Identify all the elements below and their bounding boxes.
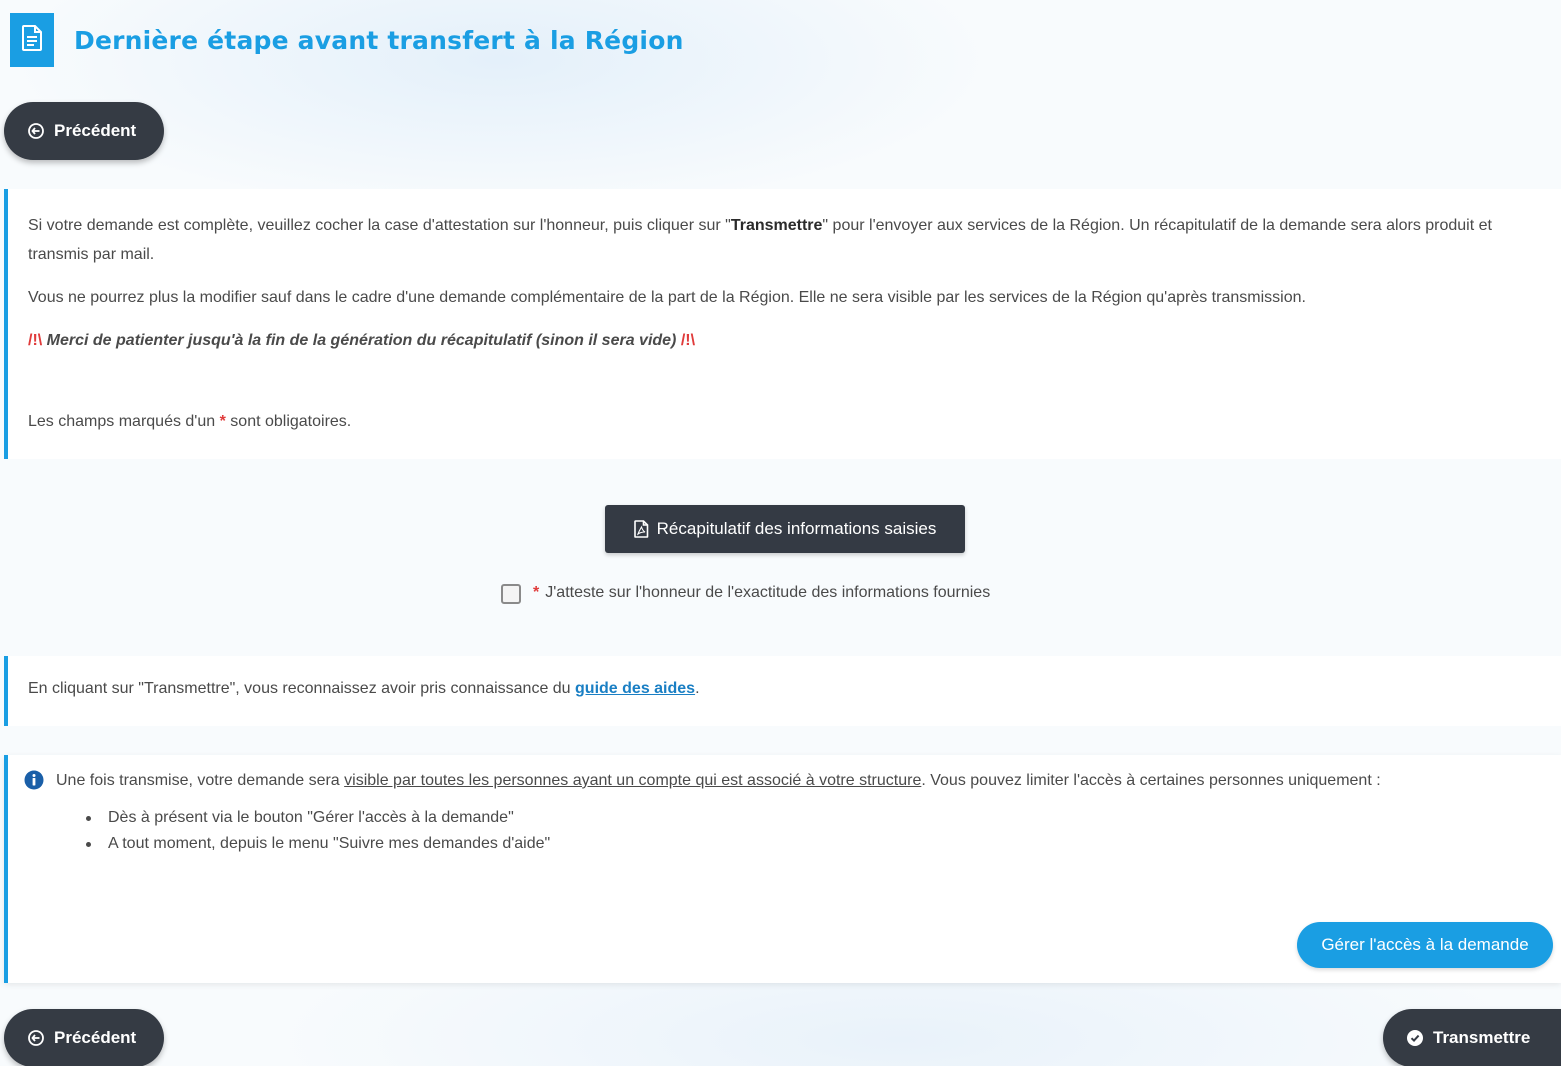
document-icon (21, 24, 43, 56)
access-options-list: Dès à présent via le bouton "Gérer l'acc… (86, 805, 1541, 857)
attestation-row: * J'atteste sur l'honneur de l'exactitud… (501, 582, 990, 604)
header-icon-box (10, 13, 54, 67)
intro-p1-bold: Transmettre (730, 217, 823, 234)
info-line: Une fois transmise, votre demande sera v… (24, 767, 1541, 795)
pdf-file-icon (633, 520, 649, 538)
info-underlined-text: visible par toutes les personnes ayant u… (344, 772, 922, 789)
list-item: A tout moment, depuis le menu "Suivre me… (86, 831, 1541, 857)
arrow-left-circle-icon (28, 123, 44, 139)
previous-label: Précédent (54, 1028, 137, 1047)
info-icon (24, 770, 44, 795)
page-title: Dernière étape avant transfert à la Régi… (74, 25, 684, 55)
warning-mark-end: /!\ (680, 332, 696, 349)
wait-warning: /!\ Merci de patienter jusqu'à la fin de… (28, 326, 1537, 355)
info-text: Une fois transmise, votre demande sera v… (56, 767, 1381, 794)
intro-p1-text: Si votre demande est complète, veuillez … (28, 217, 731, 234)
warning-text: Merci de patienter jusqu'à la fin de la … (42, 332, 681, 349)
mandatory-text-end: sont obligatoires. (225, 413, 352, 430)
intro-panel: Si votre demande est complète, veuillez … (4, 189, 1561, 459)
summary-pdf-button[interactable]: Récapitulatif des informations saisies (605, 505, 965, 553)
guide-text: En cliquant sur "Transmettre", vous reco… (28, 680, 576, 697)
manage-access-button[interactable]: Gérer l'accès à la demande (1297, 922, 1553, 968)
guide-text-end: . (695, 680, 700, 697)
page-content: Dernière étape avant transfert à la Régi… (0, 0, 1561, 1066)
attestation-checkbox[interactable] (501, 584, 521, 604)
attestation-required-star: * (533, 584, 540, 601)
arrow-left-circle-icon (28, 1030, 44, 1046)
check-circle-icon (1407, 1030, 1423, 1046)
warning-mark-start: /!\ (28, 332, 43, 349)
previous-label: Précédent (54, 121, 137, 140)
list-item: Dès à présent via le bouton "Gérer l'acc… (86, 805, 1541, 831)
intro-paragraph-2: Vous ne pourrez plus la modifier sauf da… (28, 289, 1306, 306)
previous-button-bottom[interactable]: Précédent (4, 1009, 164, 1066)
summary-button-label: Récapitulatif des informations saisies (656, 519, 937, 538)
intro-paragraph-1: Si votre demande est complète, veuillez … (28, 211, 1537, 269)
page-header: Dernière étape avant transfert à la Régi… (10, 12, 684, 68)
previous-button-top[interactable]: Précédent (4, 102, 164, 160)
submit-button[interactable]: Transmettre (1383, 1009, 1561, 1066)
info-text-start: Une fois transmise, votre demande sera (56, 772, 345, 789)
mandatory-text: Les champs marqués d'un (28, 413, 220, 430)
mandatory-fields-note: Les champs marqués d'un * sont obligatoi… (28, 413, 351, 431)
guide-link[interactable]: guide des aides (575, 680, 695, 697)
submit-label: Transmettre (1433, 1028, 1531, 1047)
info-text-end: . Vous pouvez limiter l'accès à certaine… (921, 772, 1381, 789)
guide-panel: En cliquant sur "Transmettre", vous reco… (4, 656, 1561, 726)
attestation-label[interactable]: J'atteste sur l'honneur de l'exactitude … (545, 584, 990, 602)
